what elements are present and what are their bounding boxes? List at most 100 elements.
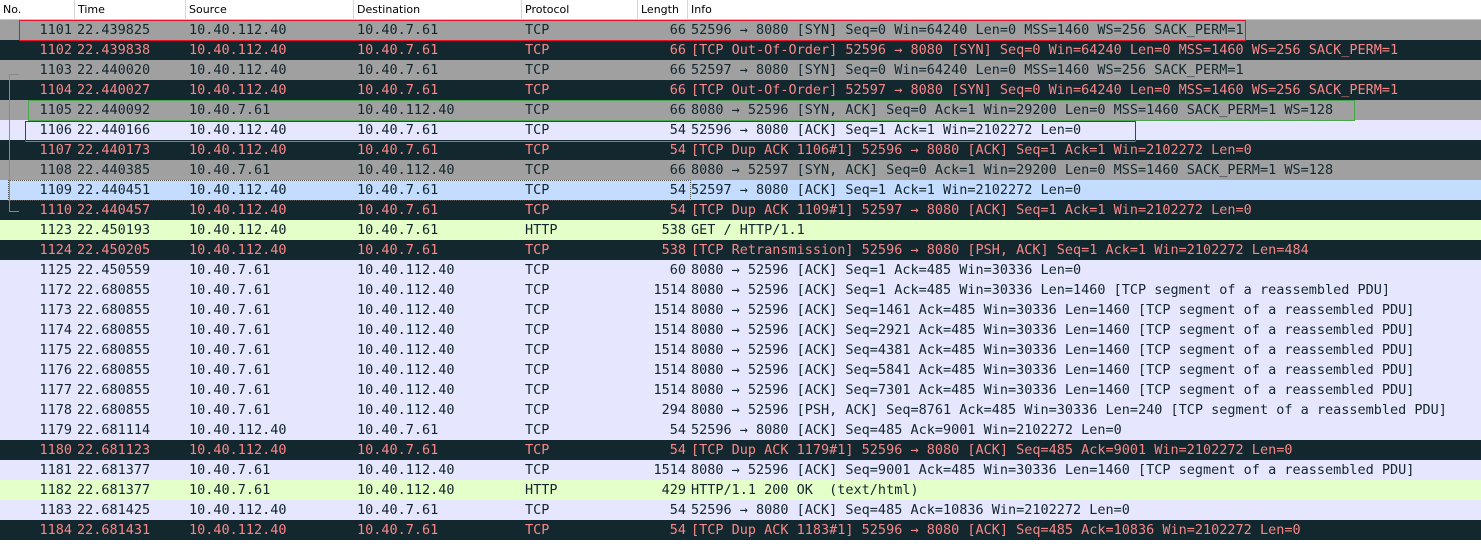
cell-time: 22.450205 (77, 242, 151, 258)
cell-destination: 10.40.7.61 (357, 122, 439, 138)
packet-row[interactable]: 1177 22.680855 10.40.7.61 10.40.112.40 TCP 15… (0, 380, 1481, 400)
packet-row[interactable]: 1110 22.440457 10.40.112.40 10.40.7.61 TCP 54… (0, 200, 1481, 220)
cell-time: 22.680855 (77, 362, 151, 378)
column-header-length[interactable]: Length (638, 0, 688, 19)
cell-source: 10.40.7.61 (189, 482, 271, 498)
packet-row[interactable]: 1178 22.680855 10.40.7.61 10.40.112.40 TCP 29… (0, 400, 1481, 420)
column-header-no[interactable]: No. (0, 0, 75, 19)
packet-row[interactable]: 1108 22.440385 10.40.7.61 10.40.112.40 TCP 66… (0, 160, 1481, 180)
cell-length: 66 (669, 102, 686, 118)
packet-row[interactable]: 1124 22.450205 10.40.112.40 10.40.7.61 TCP 53… (0, 240, 1481, 260)
cell-time: 22.680855 (77, 322, 151, 338)
packet-row[interactable]: 1183 22.681425 10.40.112.40 10.40.7.61 TCP 54… (0, 500, 1481, 520)
cell-protocol: TCP (525, 282, 550, 298)
cell-no: 1108 (39, 162, 72, 178)
cell-length: 66 (669, 162, 686, 178)
cell-no: 1184 (39, 522, 72, 538)
column-header-destination[interactable]: Destination (354, 0, 522, 19)
packet-row[interactable]: 1180 22.681123 10.40.112.40 10.40.7.61 TCP 54… (0, 440, 1481, 460)
column-header-protocol[interactable]: Protocol (522, 0, 638, 19)
cell-length: 54 (669, 142, 686, 158)
cell-source: 10.40.7.61 (189, 162, 271, 178)
cell-destination: 10.40.7.61 (357, 502, 439, 518)
cell-source: 10.40.112.40 (189, 422, 287, 438)
cell-time: 22.440457 (77, 202, 151, 218)
cell-destination: 10.40.112.40 (357, 262, 455, 278)
packet-row[interactable]: 1175 22.680855 10.40.7.61 10.40.112.40 TCP 15… (0, 340, 1481, 360)
column-header-time[interactable]: Time (75, 0, 186, 19)
packet-row[interactable]: 1106 22.440166 10.40.112.40 10.40.7.61 TCP 54… (0, 120, 1481, 140)
cell-info: [TCP Dup ACK 1109#1] 52597 → 8080 [ACK] … (691, 202, 1252, 218)
column-header-info[interactable]: Info (688, 0, 1481, 19)
cell-no: 1174 (39, 322, 72, 338)
cell-source: 10.40.112.40 (189, 142, 287, 158)
cell-source: 10.40.112.40 (189, 182, 287, 198)
packet-row[interactable]: 1107 22.440173 10.40.112.40 10.40.7.61 TCP 54… (0, 140, 1481, 160)
cell-time: 22.440173 (77, 142, 151, 158)
cell-destination: 10.40.112.40 (357, 462, 455, 478)
cell-source: 10.40.112.40 (189, 222, 287, 238)
cell-protocol: TCP (525, 502, 550, 518)
cell-destination: 10.40.112.40 (357, 362, 455, 378)
cell-time: 22.681431 (77, 522, 151, 538)
cell-no: 1178 (39, 402, 72, 418)
cell-time: 22.680855 (77, 382, 151, 398)
packet-row[interactable]: 1173 22.680855 10.40.7.61 10.40.112.40 TCP 15… (0, 300, 1481, 320)
packet-row[interactable]: 1125 22.450559 10.40.7.61 10.40.112.40 TCP 60… (0, 260, 1481, 280)
cell-no: 1176 (39, 362, 72, 378)
cell-length: 54 (669, 502, 686, 518)
packet-rows: 1101 22.439825 10.40.112.40 10.40.7.61 TCP 66… (0, 20, 1481, 540)
packet-row[interactable]: 1102 22.439838 10.40.112.40 10.40.7.61 TCP 66… (0, 40, 1481, 60)
cell-info: 52596 → 8080 [ACK] Seq=485 Ack=10836 Win… (691, 502, 1130, 518)
packet-row[interactable]: 1101 22.439825 10.40.112.40 10.40.7.61 TCP 66… (0, 20, 1481, 40)
cell-info: [TCP Out-Of-Order] 52597 → 8080 [SYN] Se… (691, 82, 1399, 98)
cell-time: 22.681123 (77, 442, 151, 458)
cell-info: 52597 → 8080 [ACK] Seq=1 Ack=1 Win=21022… (691, 182, 1082, 198)
packet-row[interactable]: 1172 22.680855 10.40.7.61 10.40.112.40 TCP 15… (0, 280, 1481, 300)
cell-source: 10.40.7.61 (189, 282, 271, 298)
packet-row[interactable]: 1105 22.440092 10.40.7.61 10.40.112.40 TCP 66… (0, 100, 1481, 120)
cell-info: HTTP/1.1 200 OK (text/html) (691, 482, 919, 498)
cell-info: [TCP Dup ACK 1179#1] 52596 → 8080 [ACK] … (691, 442, 1293, 458)
cell-info: 52596 → 8080 [ACK] Seq=1 Ack=1 Win=21022… (691, 122, 1082, 138)
cell-source: 10.40.7.61 (189, 462, 271, 478)
cell-source: 10.40.7.61 (189, 302, 271, 318)
packet-row[interactable]: 1174 22.680855 10.40.7.61 10.40.112.40 TCP 15… (0, 320, 1481, 340)
packet-row[interactable]: 1179 22.681114 10.40.112.40 10.40.7.61 TCP 54… (0, 420, 1481, 440)
cell-info: 8080 → 52596 [ACK] Seq=7301 Ack=485 Win=… (691, 382, 1415, 398)
column-header-source[interactable]: Source (186, 0, 354, 19)
cell-destination: 10.40.7.61 (357, 222, 439, 238)
packet-list[interactable]: No. Time Source Destination Protocol Len… (0, 0, 1481, 547)
packet-row[interactable]: 1104 22.440027 10.40.112.40 10.40.7.61 TCP 66… (0, 80, 1481, 100)
packet-row[interactable]: 1123 22.450193 10.40.112.40 10.40.7.61 HTTP 5… (0, 220, 1481, 240)
cell-time: 22.680855 (77, 282, 151, 298)
cell-destination: 10.40.112.40 (357, 282, 455, 298)
cell-protocol: TCP (525, 262, 550, 278)
packet-row[interactable]: 1182 22.681377 10.40.7.61 10.40.112.40 HTTP 4… (0, 480, 1481, 500)
cell-info: 52597 → 8080 [SYN] Seq=0 Win=64240 Len=0… (691, 62, 1244, 78)
cell-protocol: TCP (525, 422, 550, 438)
cell-time: 22.440092 (77, 102, 151, 118)
cell-no: 1180 (39, 442, 72, 458)
cell-time: 22.681377 (77, 462, 151, 478)
cell-length: 54 (669, 522, 686, 538)
cell-source: 10.40.112.40 (189, 502, 287, 518)
cell-length: 1514 (653, 302, 686, 318)
cell-source: 10.40.7.61 (189, 402, 271, 418)
cell-source: 10.40.112.40 (189, 122, 287, 138)
packet-row[interactable]: 1181 22.681377 10.40.7.61 10.40.112.40 TCP 15… (0, 460, 1481, 480)
cell-destination: 10.40.7.61 (357, 422, 439, 438)
cell-no: 1125 (39, 262, 72, 278)
packet-row[interactable]: 1103 22.440020 10.40.112.40 10.40.7.61 TCP 66… (0, 60, 1481, 80)
cell-protocol: TCP (525, 122, 550, 138)
packet-row[interactable]: 1184 22.681431 10.40.112.40 10.40.7.61 TCP 54… (0, 520, 1481, 540)
packet-row[interactable]: 1176 22.680855 10.40.7.61 10.40.112.40 TCP 15… (0, 360, 1481, 380)
cell-protocol: HTTP (525, 222, 558, 238)
cell-source: 10.40.112.40 (189, 82, 287, 98)
cell-time: 22.681114 (77, 422, 151, 438)
cell-info: 8080 → 52596 [PSH, ACK] Seq=8761 Ack=485… (691, 402, 1447, 418)
packet-row[interactable]: 1109 22.440451 10.40.112.40 10.40.7.61 TCP 54… (0, 180, 1481, 200)
cell-destination: 10.40.7.61 (357, 42, 439, 58)
cell-protocol: TCP (525, 442, 550, 458)
cell-info: 52596 → 8080 [ACK] Seq=485 Ack=9001 Win=… (691, 422, 1122, 438)
